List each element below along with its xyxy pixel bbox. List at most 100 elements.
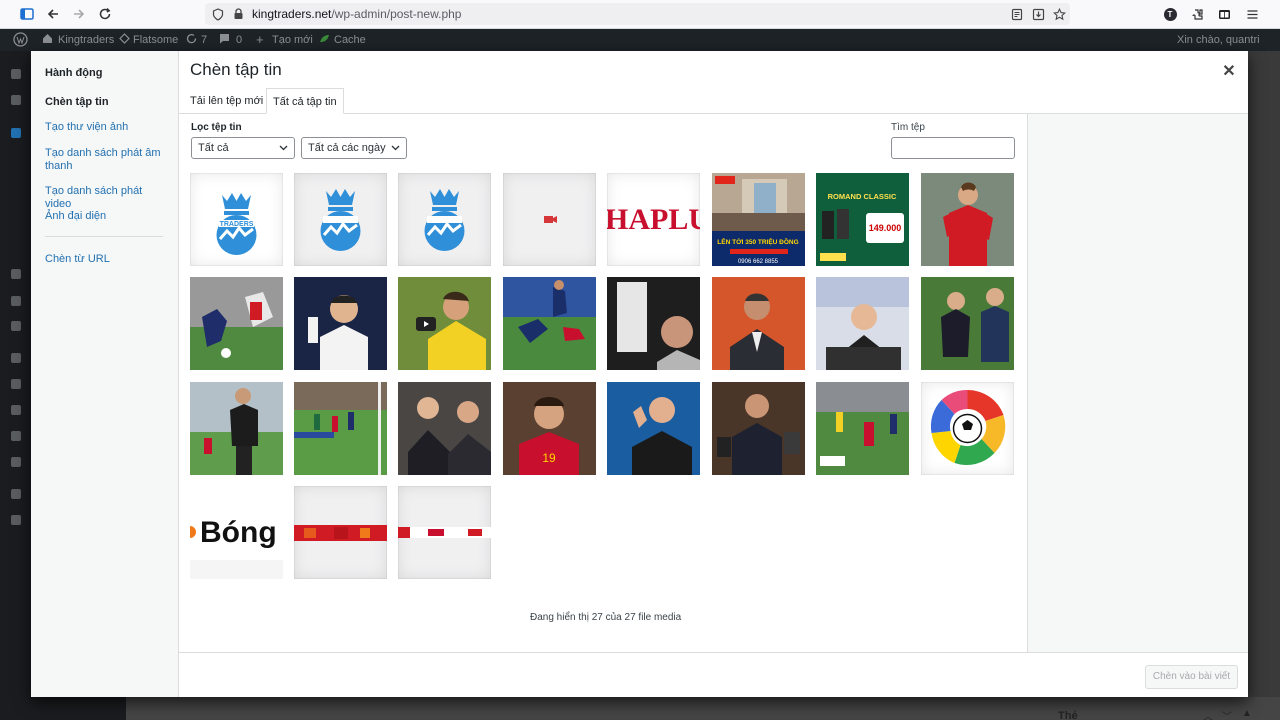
media-modal: Hành động Chèn tập tin Tạo thư viện ảnh … [31,51,1248,697]
media-item[interactable] [503,277,596,370]
cosmetic-banner-icon: ROMAND CLASSIC 149.000 [816,173,909,266]
save-page-icon[interactable] [1029,5,1047,23]
media-router: Tải lên tệp mới Tất cả tập tin [179,88,1248,114]
menu-item-featured-image[interactable]: Ảnh đại diện [45,210,170,223]
greeting[interactable]: Xin chào, quantri [1177,34,1260,46]
menu-hamburger-icon[interactable] [1243,5,1261,23]
wordpress-logo-icon[interactable] [13,32,28,50]
svg-text:149.000: 149.000 [869,223,902,233]
media-item[interactable]: 19 [503,382,596,475]
media-item[interactable] [190,382,283,475]
media-item[interactable]: HAPLU [607,173,700,266]
svg-text:0906 662 8855: 0906 662 8855 [738,259,779,265]
media-item[interactable] [921,382,1014,475]
comments-count[interactable]: 0 [236,34,242,46]
back-icon[interactable] [44,5,62,23]
backdrop-right [1248,51,1280,720]
background-widget-title: Thẻ [1058,710,1078,720]
home-icon [42,33,53,47]
media-item[interactable] [398,486,491,579]
search-label: Tìm tệp [891,122,925,133]
attachment-details-sidebar [1027,114,1248,652]
date-select[interactable]: Tất cả các ngày [301,137,407,159]
extensions-icon[interactable] [1188,5,1206,23]
media-item[interactable] [294,382,387,475]
newspaper-logo-icon: HAPLU [607,203,700,236]
football-coach-photo-icon [190,382,283,475]
football-coach-photo-icon [921,277,1014,370]
red-banner-icon [294,525,387,541]
media-item[interactable] [816,277,909,370]
insert-into-post-button[interactable]: Chèn vào bài viết [1145,665,1238,689]
media-item[interactable] [712,277,805,370]
media-item[interactable] [503,173,596,266]
account-avatar-icon[interactable]: T [1161,5,1179,23]
menu-item-insert-media[interactable]: Chèn tập tin [45,96,170,109]
svg-text:19: 19 [542,451,556,465]
tab-library[interactable]: Tất cả tập tin [266,88,344,114]
media-type-select[interactable]: Tất cả [191,137,295,159]
media-type-value: Tất cả [198,142,229,154]
media-item[interactable] [190,277,283,370]
football-player-photo-icon [712,277,805,370]
svg-text:ROMAND CLASSIC: ROMAND CLASSIC [828,192,897,201]
date-value: Tất cả các ngày [308,142,386,154]
tab-upload[interactable]: Tải lên tệp mới [184,88,269,114]
url-host: kingtraders.net [252,7,332,21]
media-item[interactable] [607,382,700,475]
forward-icon[interactable] [70,5,88,23]
menu-item-create-gallery[interactable]: Tạo thư viện ảnh [45,121,170,134]
close-icon[interactable]: ✕ [1219,61,1239,81]
media-menu: Hành động Chèn tập tin Tạo thư viện ảnh … [31,51,179,697]
container-icon[interactable] [1215,5,1233,23]
lock-icon[interactable] [229,5,247,23]
admin-sidebar-background [0,51,31,720]
theme-link[interactable]: Flatsome [133,34,178,46]
reader-view-icon[interactable] [1008,5,1026,23]
svg-text:TRADERS: TRADERS [220,221,254,228]
play-icon [416,317,436,331]
wp-admin-bar: Kingtraders Flatsome 7 0 + Tạo mới Cache… [0,29,1280,51]
media-item[interactable] [921,173,1014,266]
media-item[interactable] [294,486,387,579]
plus-icon: + [256,32,264,47]
media-item[interactable] [294,277,387,370]
media-item[interactable] [712,382,805,475]
search-input[interactable] [891,137,1015,159]
new-content-link[interactable]: Tạo mới [272,34,313,46]
football-player-photo-icon [398,277,491,370]
media-item[interactable]: LÊN TỚI 350 TRIỆU ĐỒNG 0906 662 8855 [712,173,805,266]
media-item[interactable] [921,277,1014,370]
football-player-photo-icon [607,277,700,370]
media-item[interactable] [398,382,491,475]
media-item[interactable] [294,173,387,266]
media-item[interactable] [398,173,491,266]
menu-heading: Hành động [45,67,103,79]
reload-icon[interactable] [96,5,114,23]
browser-toolbar: kingtraders.net/wp-admin/post-new.php T [0,0,1280,29]
address-bar[interactable]: kingtraders.net/wp-admin/post-new.php [205,3,1070,25]
media-item[interactable] [398,277,491,370]
media-item[interactable]: TRADERS [190,173,283,266]
filter-label: Lọc tệp tin [191,122,242,133]
cache-link[interactable]: Cache [334,34,366,46]
bookmark-star-icon[interactable] [1050,5,1068,23]
football-player-photo-icon [294,277,387,370]
apartment-banner-icon: LÊN TỚI 350 TRIỆU ĐỒNG 0906 662 8855 [712,173,805,266]
video-camera-icon [544,216,557,223]
shield-icon[interactable] [209,5,227,23]
media-toolbar: Chèn vào bài viết [179,652,1248,697]
menu-item-audio-playlist[interactable]: Tạo danh sách phát âm thanh [45,147,170,173]
menu-item-video-playlist[interactable]: Tạo danh sách phát video [45,185,170,211]
updates-count[interactable]: 7 [201,34,207,46]
media-item[interactable] [816,382,909,475]
media-item[interactable]: Bóng [190,486,283,579]
football-match-photo-icon [816,382,909,475]
caret-up-icon: ▲ [1242,708,1252,719]
menu-item-insert-from-url[interactable]: Chèn từ URL [45,253,170,266]
sidebar-toggle-icon[interactable] [18,5,36,23]
media-item[interactable]: ROMAND CLASSIC 149.000 [816,173,909,266]
site-name-link[interactable]: Kingtraders [58,34,114,46]
media-item[interactable] [607,277,700,370]
football-coach-photo-icon [816,277,909,370]
